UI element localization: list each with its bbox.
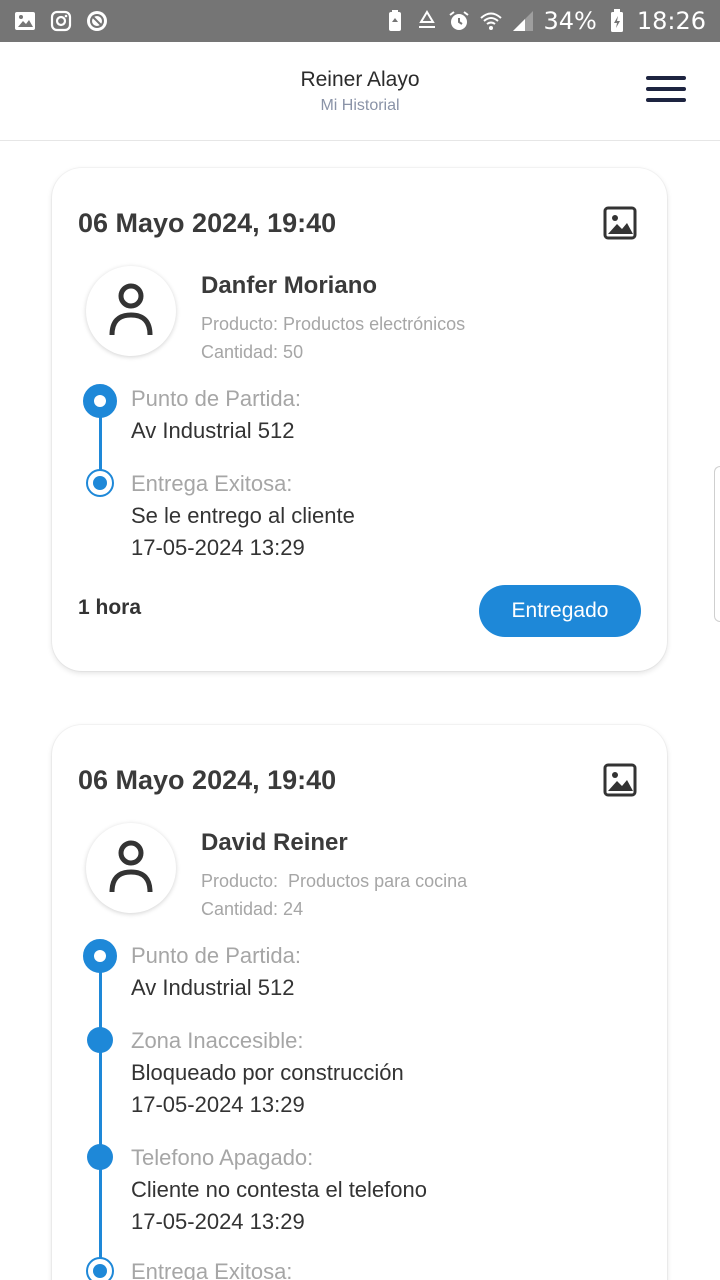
timeline-label: Punto de Partida: — [131, 943, 302, 968]
timeline-timestamp: 17-05-2024 13:29 — [131, 1092, 305, 1117]
battery-saver-icon — [383, 9, 407, 33]
image-icon[interactable] — [603, 206, 637, 240]
quantity-text: Cantidad: 50 — [201, 342, 304, 362]
avatar — [86, 823, 176, 913]
avatar — [86, 266, 176, 356]
alarm-icon — [447, 9, 471, 33]
timeline-text: Av Industrial 512 — [131, 418, 295, 443]
recycle-icon — [415, 9, 439, 33]
timeline-dot — [87, 1144, 113, 1170]
timeline-label: Entrega Exitosa: — [131, 1259, 293, 1280]
history-card: 06 Mayo 2024, 19:40 David Reiner Product… — [52, 725, 667, 1280]
timeline-text: Bloqueado por construcción — [131, 1060, 404, 1085]
duration-text: 1 hora — [78, 596, 142, 619]
timeline-timestamp: 17-05-2024 13:29 — [131, 1209, 305, 1234]
blocked-icon — [86, 10, 108, 32]
timeline-start-dot — [83, 384, 117, 418]
timeline-end-dot — [86, 469, 114, 497]
card-date: 06 Mayo 2024, 19:40 — [78, 765, 337, 795]
timeline-label: Punto de Partida: — [131, 386, 302, 411]
hamburger-menu-icon[interactable] — [646, 76, 686, 106]
timeline-timestamp: 17-05-2024 13:29 — [131, 535, 305, 560]
timeline-text: Av Industrial 512 — [131, 975, 295, 1000]
history-card: 06 Mayo 2024, 19:40 Danfer Moriano Produ… — [52, 168, 667, 671]
gallery-icon — [14, 10, 36, 32]
person-icon — [109, 283, 153, 336]
timeline-label: Telefono Apagado: — [131, 1145, 314, 1170]
battery-percent: 34% — [543, 7, 597, 35]
edge-panel-handle[interactable] — [714, 466, 720, 622]
client-name: David Reiner — [201, 829, 348, 856]
wifi-icon — [479, 9, 503, 33]
clock: 18:26 — [636, 7, 706, 35]
card-date: 06 Mayo 2024, 19:40 — [78, 208, 337, 238]
instagram-icon — [50, 10, 72, 32]
page-subtitle: Mi Historial — [320, 97, 400, 114]
product-text: Producto: Productos electrónicos — [201, 314, 466, 334]
product-text: Producto: Productos para cocina — [201, 871, 468, 891]
timeline-text: Se le entrego al cliente — [131, 503, 355, 528]
person-icon — [109, 840, 153, 893]
timeline-text: Cliente no contesta el telefono — [131, 1177, 427, 1202]
timeline-start-dot — [83, 939, 117, 973]
timeline-end-dot — [86, 1257, 114, 1280]
timeline-dot — [87, 1027, 113, 1053]
status-button[interactable]: Entregado — [479, 585, 641, 637]
client-name: Danfer Moriano — [201, 272, 378, 299]
signal-icon — [511, 9, 535, 33]
status-bar: 34% 18:26 — [0, 0, 720, 42]
quantity-text: Cantidad: 24 — [201, 899, 304, 919]
timeline-line — [99, 958, 102, 1280]
page-title: Reiner Alayo — [300, 68, 420, 91]
timeline-label: Entrega Exitosa: — [131, 471, 293, 496]
battery-icon — [605, 9, 629, 33]
image-icon[interactable] — [603, 763, 637, 797]
app-header: Reiner Alayo Mi Historial — [0, 42, 720, 141]
timeline-label: Zona Inaccesible: — [131, 1028, 304, 1053]
